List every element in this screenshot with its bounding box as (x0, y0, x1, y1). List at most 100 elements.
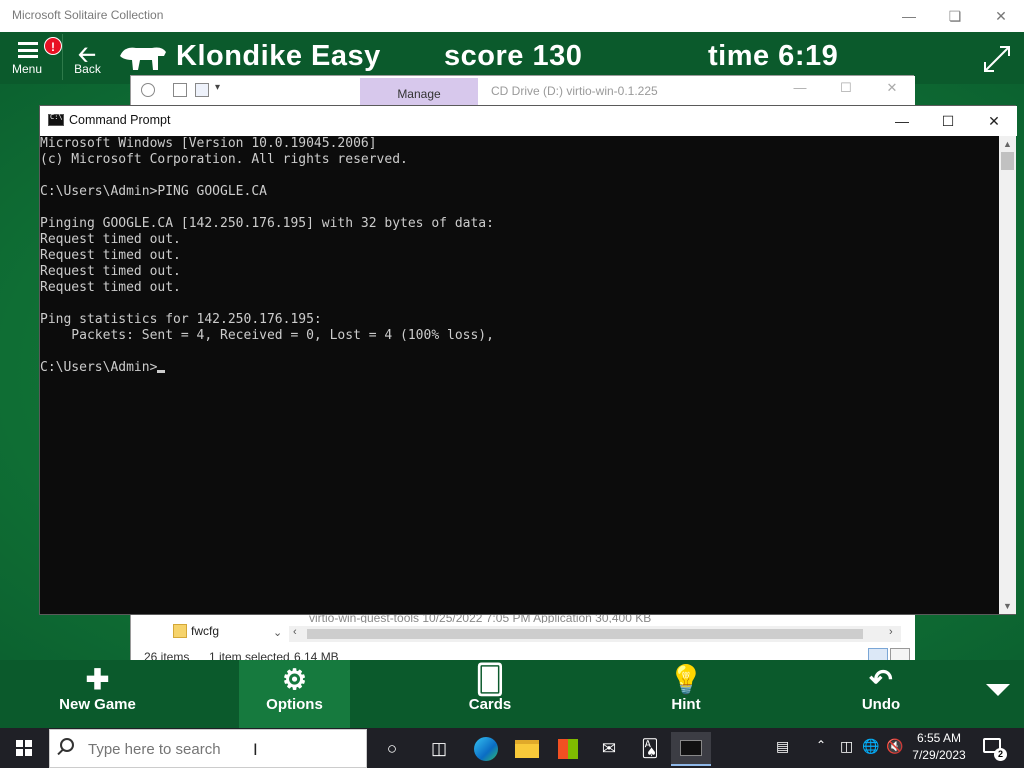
cmd-maximize-button[interactable]: ☐ (925, 106, 971, 136)
input-indicator-icon[interactable]: ▤ (776, 738, 789, 755)
edge-icon[interactable] (466, 732, 506, 766)
explorer-titlebar: ▾ Manage CD Drive (D:) virtio-win-0.1.22… (131, 76, 915, 106)
console-line: Packets: Sent = 4, Received = 0, Lost = … (40, 328, 494, 343)
cmd-app-icon (48, 113, 64, 126)
console-line: Request timed out. (40, 264, 181, 279)
close-button[interactable]: ✕ (978, 0, 1024, 32)
store-icon[interactable] (548, 732, 588, 766)
plus-icon: ✚ (85, 664, 110, 695)
chevron-down-icon[interactable] (986, 684, 1010, 696)
scroll-down-icon[interactable]: ▼ (999, 598, 1016, 614)
scrollbar-thumb[interactable] (307, 629, 863, 639)
console-line: (c) Microsoft Corporation. All rights re… (40, 152, 408, 167)
solitaire-window-title: Microsoft Solitaire Collection (12, 8, 164, 22)
cmd-vertical-scrollbar[interactable]: ▲ ▼ (999, 136, 1016, 614)
restore-button[interactable]: ❏ (932, 0, 978, 32)
task-view-icon[interactable]: ◫ (419, 732, 459, 766)
undo-label: Undo (861, 696, 901, 713)
manage-tab[interactable]: Manage (360, 78, 478, 106)
hint-button[interactable]: 💡 Hint (640, 660, 732, 728)
scroll-right-icon[interactable]: › (889, 626, 893, 638)
taskbar-search[interactable]: I (49, 729, 367, 768)
search-icon (60, 738, 74, 752)
nav-item-fwcfg[interactable]: fwcfg (191, 624, 219, 638)
menu-label: Menu (11, 62, 43, 76)
cmd-scrollbar-thumb[interactable] (1001, 152, 1014, 170)
options-button[interactable]: ⚙ Options (239, 660, 350, 728)
console-line: Microsoft Windows [Version 10.0.19045.20… (40, 136, 377, 151)
back-label: Back (74, 62, 101, 76)
clock-time: 6:55 AM (916, 731, 962, 745)
time-display: time 6:19 (708, 40, 839, 72)
system-clock[interactable]: 6:55 AM 7/29/2023 (906, 730, 972, 764)
nav-expand-icon[interactable]: ⌄ (273, 626, 282, 639)
properties-icon[interactable] (173, 83, 187, 97)
game-title: Klondike Easy (176, 40, 381, 72)
new-game-button[interactable]: ✚ New Game (40, 660, 155, 728)
console-line: Request timed out. (40, 232, 181, 247)
horizontal-scrollbar[interactable]: ‹ › (289, 626, 901, 642)
cards-icon: 🂠 (475, 664, 505, 695)
mail-icon[interactable]: ✉ (589, 732, 629, 766)
start-button[interactable] (0, 728, 48, 768)
back-button[interactable]: 🡠 Back (62, 34, 112, 80)
solitaire-titlebar: Microsoft Solitaire Collection — ❏ ✕ (0, 0, 1024, 32)
score-display: score 130 (444, 40, 583, 72)
console-prompt: C:\Users\Admin> (40, 360, 158, 375)
minimize-button[interactable]: — (886, 0, 932, 32)
explorer-maximize-button[interactable]: ☐ (823, 80, 869, 102)
solitaire-icon[interactable]: 🂡 (630, 732, 670, 766)
cmd-close-button[interactable]: ✕ (971, 106, 1017, 136)
cards-button[interactable]: 🂠 Cards (440, 660, 540, 728)
cards-label: Cards (468, 696, 512, 713)
console-prompt-line[interactable]: C:\Users\Admin> (40, 360, 1000, 376)
undo-icon: ↶ (869, 664, 893, 695)
cmd-title: Command Prompt (69, 113, 171, 127)
hint-label: Hint (671, 696, 701, 713)
drive-icon (141, 83, 155, 97)
cortana-icon[interactable]: ○ (372, 732, 412, 766)
network-icon[interactable]: 🌐 (862, 738, 879, 755)
windows-logo-icon (16, 740, 32, 756)
folder-icon (173, 624, 187, 638)
explorer-close-button[interactable]: ✕ (869, 80, 915, 102)
undo-button[interactable]: ↶ Undo (836, 660, 926, 728)
console-line: C:\Users\Admin>PING GOOGLE.CA (40, 184, 267, 199)
explorer-minimize-button[interactable]: — (777, 80, 823, 102)
quick-access-dropdown-icon[interactable]: ▾ (215, 82, 220, 93)
console-output[interactable]: Microsoft Windows [Version 10.0.19045.20… (40, 136, 1000, 614)
cmd-minimize-button[interactable]: — (879, 106, 925, 136)
text-cursor (157, 370, 166, 373)
command-prompt-icon[interactable] (671, 732, 711, 766)
explorer-title: CD Drive (D:) virtio-win-0.1.225 (491, 84, 658, 98)
gear-icon: ⚙ (281, 664, 308, 695)
meet-now-icon[interactable]: ◫ (840, 738, 853, 755)
search-input[interactable] (88, 738, 348, 760)
console-line: Request timed out. (40, 280, 181, 295)
new-folder-icon[interactable] (195, 83, 209, 97)
show-hidden-icons-chevron-icon[interactable]: ⌃ (816, 738, 826, 752)
polar-bear-icon (120, 47, 166, 70)
options-label: Options (266, 696, 323, 713)
console-line: Pinging GOOGLE.CA [142.250.176.195] with… (40, 216, 494, 231)
file-explorer-icon[interactable] (507, 732, 547, 766)
console-line: Request timed out. (40, 248, 181, 263)
new-game-label: New Game (59, 696, 136, 713)
cmd-titlebar: Command Prompt — ☐ ✕ (40, 106, 1017, 136)
volume-muted-icon[interactable]: 🔇 (886, 738, 903, 755)
text-cursor-icon: I (253, 740, 258, 759)
command-prompt-window: Command Prompt — ☐ ✕ Microsoft Windows [… (39, 105, 1017, 615)
console-line: Ping statistics for 142.250.176.195: (40, 312, 322, 327)
notification-count-badge: 2 (994, 748, 1007, 761)
menu-button[interactable]: ! Menu (2, 34, 62, 80)
fullscreen-icon[interactable] (982, 44, 1012, 74)
scroll-left-icon[interactable]: ‹ (293, 626, 297, 638)
lightbulb-icon: 💡 (668, 664, 704, 695)
clock-date: 7/29/2023 (912, 748, 966, 762)
scroll-up-icon[interactable]: ▲ (999, 136, 1016, 152)
alert-badge: ! (44, 37, 62, 55)
